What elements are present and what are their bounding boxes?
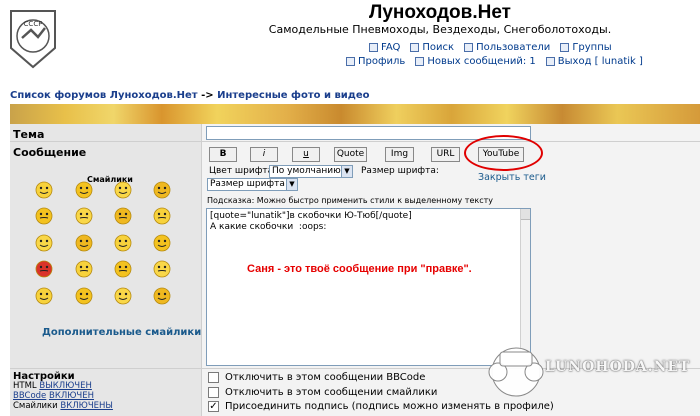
nav-profile[interactable]: Профиль — [346, 56, 405, 67]
subject-label: Тема — [13, 128, 45, 141]
nav-search[interactable]: Поиск — [410, 42, 454, 53]
font-size-label: Размер шрифта: — [361, 166, 439, 176]
smiley-icon[interactable] — [73, 205, 95, 227]
nav-users[interactable]: Пользователи — [464, 42, 550, 53]
smiley-icon[interactable] — [112, 205, 134, 227]
smiley-icon[interactable] — [73, 285, 95, 307]
search-icon — [410, 43, 420, 52]
option-attach-signature[interactable]: ✓ Присоединить подпись (подпись можно из… — [208, 401, 554, 412]
smiley-icon[interactable] — [112, 179, 134, 201]
smiley-icon[interactable] — [151, 179, 173, 201]
nav-faq[interactable]: FAQ — [369, 42, 400, 53]
message-line-1: [quote="lunatik"]в скобочки Ю-Тюб[/quote… — [210, 211, 412, 221]
attach-signature-checkbox[interactable]: ✓ — [208, 401, 219, 412]
font-color-select[interactable]: По умолчанию ▼ — [269, 165, 353, 178]
smiley-icon[interactable] — [33, 258, 55, 280]
smiley-icon[interactable] — [33, 232, 55, 254]
row-divider — [10, 141, 700, 142]
bbcode-status-value[interactable]: ВКЛЮЧЕН — [49, 391, 94, 401]
logout-icon — [545, 57, 555, 66]
smiley-icon[interactable] — [33, 205, 55, 227]
nav-groups[interactable]: Группы — [560, 42, 612, 53]
smiley-icon[interactable] — [73, 258, 95, 280]
message-label: Сообщение — [13, 146, 87, 159]
breadcrumb-separator: -> — [201, 90, 214, 101]
hint-text: Подсказка: Можно быстро применить стили … — [207, 196, 493, 205]
quote-button[interactable]: Quote — [334, 147, 367, 162]
watermark-text: LUNOHODA.NET — [545, 359, 691, 375]
smiley-icon[interactable] — [151, 258, 173, 280]
smiley-icon[interactable] — [33, 285, 55, 307]
breadcrumb-current[interactable]: Интересные фото и видео — [217, 90, 369, 101]
site-subtitle: Самодельные Пневмоходы, Вездеходы, Снего… — [268, 23, 612, 36]
site-logo[interactable]: СССР — [8, 8, 58, 70]
font-size-value: Размер шрифта — [210, 179, 285, 189]
option-disable-smilies[interactable]: Отключить в этом сообщении смайлики — [208, 387, 437, 398]
smiley-icon[interactable] — [73, 232, 95, 254]
smiley-icon[interactable] — [112, 285, 134, 307]
smilies-status-value[interactable]: ВКЛЮЧЕНЫ — [60, 401, 113, 411]
bbcode-link[interactable]: BBCode — [13, 391, 46, 401]
highlight-circle — [464, 135, 543, 171]
font-color-label: Цвет шрифта: — [209, 166, 277, 176]
users-icon — [464, 43, 474, 52]
font-color-value: По умолчанию — [272, 166, 341, 176]
breadcrumb-forum-index[interactable]: Список форумов Луноходов.Нет — [10, 90, 198, 101]
chevron-down-icon: ▼ — [286, 179, 297, 190]
logo-text: СССР — [24, 20, 43, 28]
scrollbar-thumb[interactable] — [521, 209, 530, 220]
html-status-value[interactable]: ВЫКЛЮЧЕН — [39, 381, 92, 391]
nav-new-messages[interactable]: Новых сообщений: 1 — [415, 56, 536, 67]
bbcode-status: BBCode ВКЛЮЧЕН — [13, 391, 94, 401]
groups-icon — [560, 43, 570, 52]
messages-icon — [415, 57, 425, 66]
underline-button[interactable]: u — [292, 147, 320, 162]
bold-button[interactable]: B — [209, 147, 237, 162]
disable-smilies-checkbox[interactable] — [208, 387, 219, 398]
smiley-icon[interactable] — [151, 232, 173, 254]
chevron-down-icon: ▼ — [341, 166, 352, 177]
nav-row-top: FAQ Поиск Пользователи Группы — [369, 42, 612, 53]
close-tags-link[interactable]: Закрыть теги — [478, 172, 546, 183]
url-button[interactable]: URL — [431, 147, 460, 162]
breadcrumb: Список форумов Луноходов.Нет -> Интересн… — [10, 90, 370, 101]
font-size-select[interactable]: Размер шрифта ▼ — [207, 178, 298, 191]
smiley-icon[interactable] — [33, 179, 55, 201]
smilies-status: Смайлики ВКЛЮЧЕНЫ — [13, 401, 113, 411]
html-status: HTML ВЫКЛЮЧЕН — [13, 381, 92, 391]
profile-icon — [346, 57, 355, 66]
more-smilies-link[interactable]: Дополнительные смайлики — [42, 327, 201, 338]
message-line-2: А какие скобочки :oops: — [210, 222, 327, 232]
smiley-icon[interactable] — [151, 205, 173, 227]
smiley-icon[interactable] — [112, 232, 134, 254]
smiley-icon[interactable] — [112, 258, 134, 280]
smiley-icon[interactable] — [73, 179, 95, 201]
option-disable-bbcode[interactable]: Отключить в этом сообщении BBCode — [208, 372, 425, 383]
site-title: Луноходов.Нет — [369, 2, 511, 23]
faq-icon — [369, 43, 378, 52]
italic-button[interactable]: i — [250, 147, 278, 162]
smiley-icon[interactable] — [151, 285, 173, 307]
img-button[interactable]: Img — [385, 147, 414, 162]
nav-logout[interactable]: Выход [ lunatik ] — [545, 56, 643, 67]
nav-row-bottom: Профиль Новых сообщений: 1 Выход [ lunat… — [346, 56, 643, 67]
disable-bbcode-checkbox[interactable] — [208, 372, 219, 383]
annotation-text: Саня - это твоё сообщение при "правке". — [247, 263, 472, 275]
autumn-leaves-banner — [10, 104, 700, 124]
